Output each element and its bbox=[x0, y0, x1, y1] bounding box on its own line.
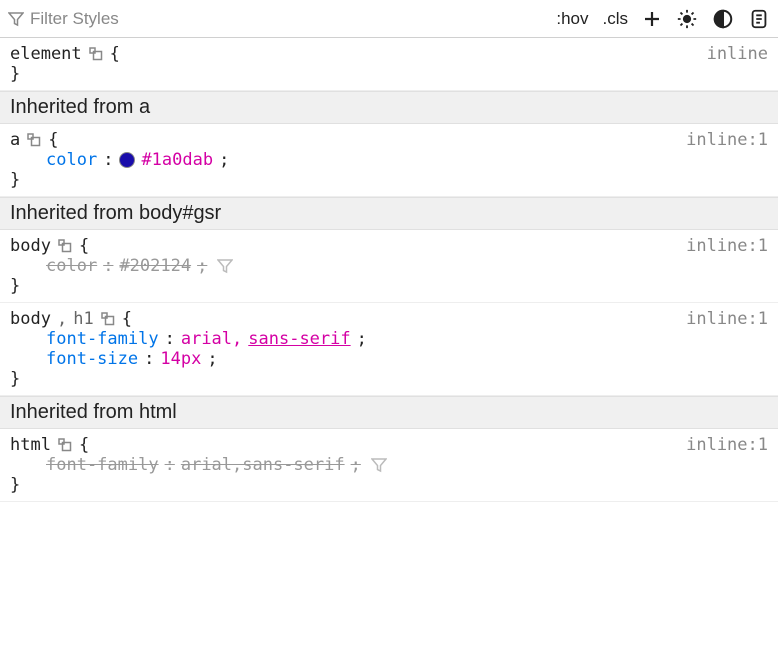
property[interactable]: font-size bbox=[46, 349, 138, 369]
light-scheme-button[interactable] bbox=[676, 8, 698, 30]
value[interactable]: arial,sans-serif bbox=[181, 455, 345, 475]
value[interactable]: #1a0dab bbox=[141, 150, 213, 170]
rule-header: body, h1 { bbox=[10, 309, 768, 329]
declaration[interactable]: font-family: arial,sans-serif; bbox=[10, 329, 768, 349]
rule-header: a { bbox=[10, 130, 768, 150]
funnel-icon[interactable] bbox=[217, 258, 233, 274]
selector[interactable]: body bbox=[10, 309, 51, 329]
property[interactable]: color bbox=[46, 150, 97, 170]
property[interactable]: color bbox=[46, 256, 97, 276]
rule-header: element { bbox=[10, 44, 768, 64]
rule: inline:1 body { color: #202124; } bbox=[0, 230, 778, 303]
declaration[interactable]: font-size: 14px; bbox=[10, 349, 768, 369]
rule-source[interactable]: inline:1 bbox=[686, 435, 768, 455]
close-brace: } bbox=[10, 369, 768, 389]
rule-header: html { bbox=[10, 435, 768, 455]
selector[interactable]: h1 bbox=[73, 309, 93, 329]
value[interactable]: 14px bbox=[160, 349, 201, 369]
declaration[interactable]: font-family: arial,sans-serif; bbox=[10, 455, 768, 475]
close-brace: } bbox=[10, 475, 768, 495]
declaration[interactable]: color: #202124; bbox=[10, 256, 768, 276]
rule-source[interactable]: inline:1 bbox=[686, 130, 768, 150]
color-swatch[interactable] bbox=[119, 152, 135, 168]
selector[interactable]: element bbox=[10, 44, 82, 64]
property[interactable]: font-family bbox=[46, 329, 159, 349]
declaration[interactable]: color: #1a0dab; bbox=[10, 150, 768, 170]
inherited-header[interactable]: Inherited from html bbox=[0, 396, 778, 429]
selector[interactable]: body bbox=[10, 236, 51, 256]
rule-source[interactable]: inline bbox=[707, 44, 768, 64]
rule: inline:1 body, h1 { font-family: arial,s… bbox=[0, 303, 778, 396]
selector[interactable]: a bbox=[10, 130, 20, 150]
inspect-icon bbox=[26, 132, 42, 148]
dark-scheme-button[interactable] bbox=[712, 8, 734, 30]
inspect-icon bbox=[57, 437, 73, 453]
inspect-icon bbox=[100, 311, 116, 327]
print-simulation-button[interactable] bbox=[748, 8, 770, 30]
funnel-icon bbox=[8, 11, 24, 27]
rule-source[interactable]: inline:1 bbox=[686, 236, 768, 256]
value-part[interactable]: sans-serif bbox=[248, 329, 350, 349]
funnel-icon[interactable] bbox=[371, 457, 387, 473]
toolbar-right: :hov .cls bbox=[556, 8, 770, 30]
filter-wrap bbox=[8, 9, 550, 29]
rule: inline element { } bbox=[0, 38, 778, 91]
close-brace: } bbox=[10, 276, 768, 296]
selector[interactable]: html bbox=[10, 435, 51, 455]
close-brace: } bbox=[10, 64, 768, 84]
styles-toolbar: :hov .cls bbox=[0, 0, 778, 38]
close-brace: } bbox=[10, 170, 768, 190]
inherited-header[interactable]: Inherited from body#gsr bbox=[0, 197, 778, 230]
inspect-icon bbox=[57, 238, 73, 254]
rule: inline:1 html { font-family: arial,sans-… bbox=[0, 429, 778, 502]
property[interactable]: font-family bbox=[46, 455, 159, 475]
rule-header: body { bbox=[10, 236, 768, 256]
add-rule-button[interactable] bbox=[642, 9, 662, 29]
cls-toggle[interactable]: .cls bbox=[603, 9, 629, 29]
value[interactable]: #202124 bbox=[119, 256, 191, 276]
filter-styles-input[interactable] bbox=[30, 9, 230, 29]
inspect-icon bbox=[88, 46, 104, 62]
rule-source[interactable]: inline:1 bbox=[686, 309, 768, 329]
value-part[interactable]: arial, bbox=[181, 329, 242, 349]
rule: inline:1 a { color: #1a0dab; } bbox=[0, 124, 778, 197]
hov-toggle[interactable]: :hov bbox=[556, 9, 588, 29]
inherited-header[interactable]: Inherited from a bbox=[0, 91, 778, 124]
rules-list: inline element { } Inherited from a inli… bbox=[0, 38, 778, 502]
